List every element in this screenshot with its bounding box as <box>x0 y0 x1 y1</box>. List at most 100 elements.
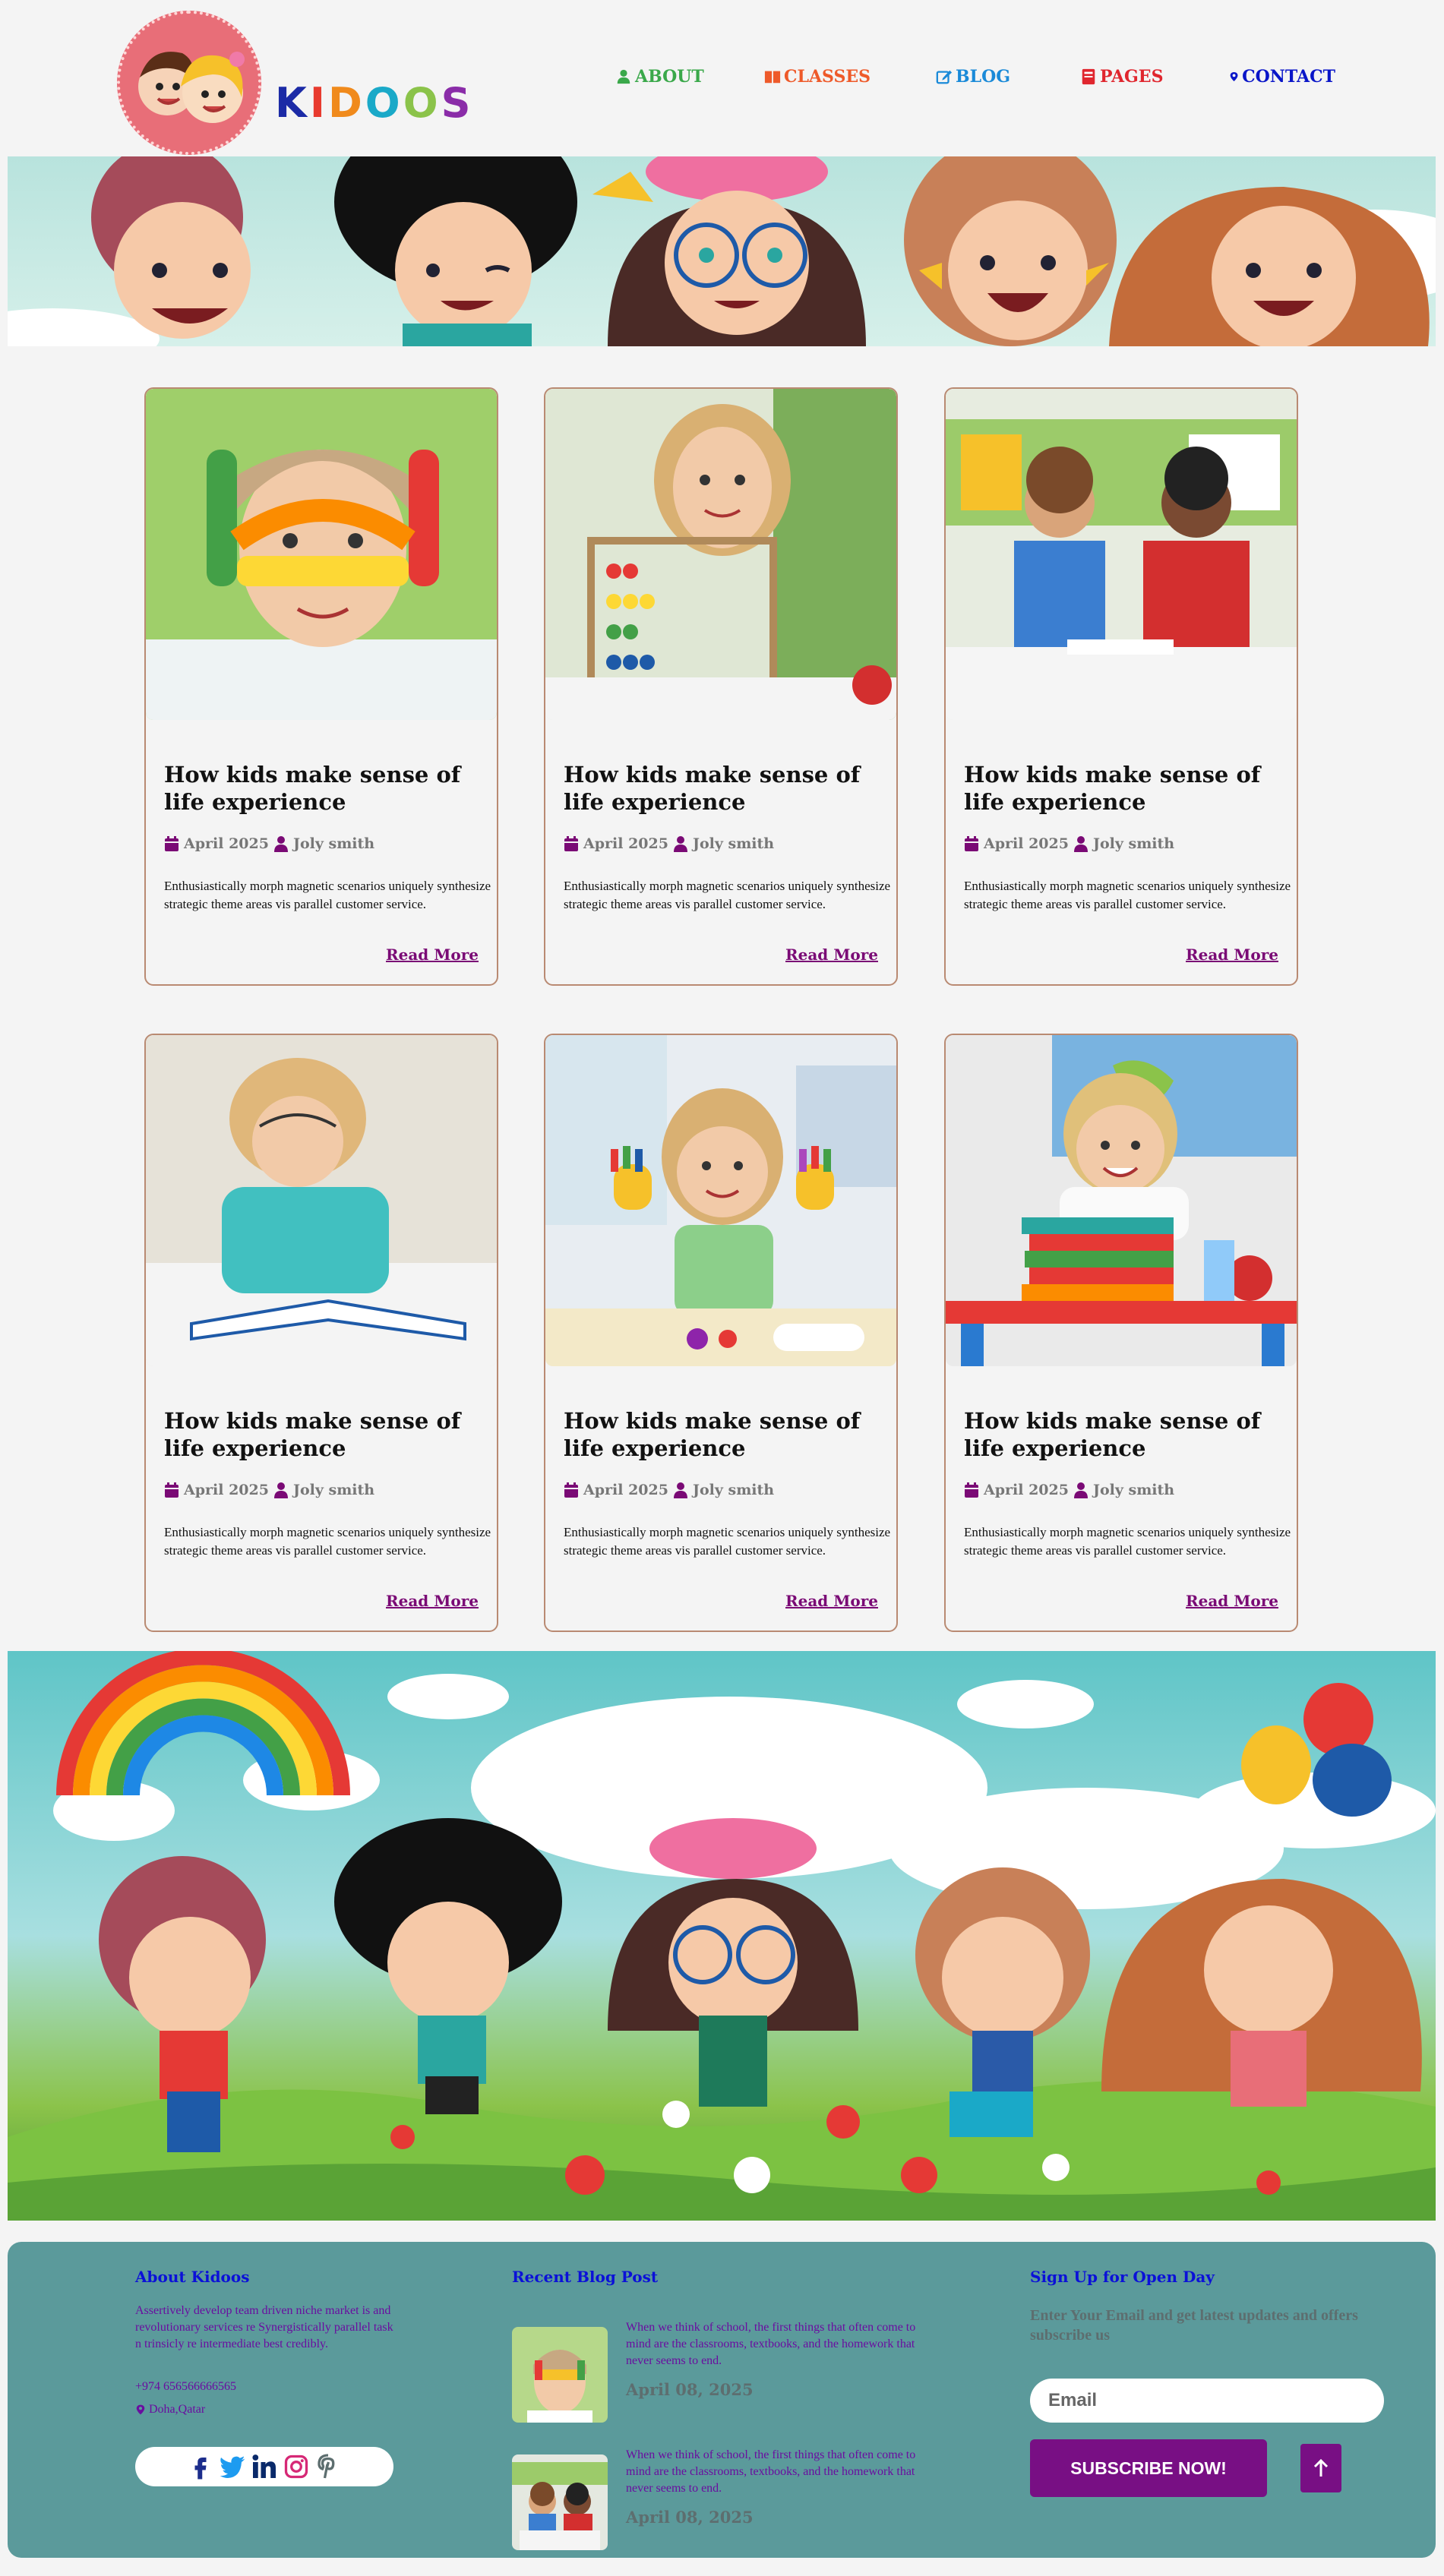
nav-blog[interactable]: BLOG <box>936 67 1019 87</box>
blog-card-title[interactable]: How kids make sense of life experience <box>564 761 883 816</box>
facebook-icon[interactable] <box>187 2453 214 2480</box>
blog-card-title[interactable]: How kids make sense of life experience <box>164 1407 483 1462</box>
blog-card-author: Joly smith <box>1092 1482 1175 1498</box>
blog-card-meta: April 2025 Joly smith <box>564 835 774 852</box>
blog-card-title[interactable]: How kids make sense of life experience <box>564 1407 883 1462</box>
instagram-icon[interactable] <box>283 2453 310 2480</box>
about-location-text: Doha,Qatar <box>149 2403 206 2416</box>
blog-card-excerpt: Enthusiastically morph magnetic scenario… <box>964 1525 1291 1558</box>
linkedin-icon[interactable] <box>251 2453 278 2480</box>
user-icon <box>273 836 288 852</box>
blog-card[interactable]: How kids make sense of life experience Ap… <box>544 1034 898 1632</box>
subscribe-button[interactable]: SUBSCRIBE NOW! <box>1030 2439 1267 2497</box>
calendar-icon <box>564 836 578 851</box>
scroll-to-top-button[interactable] <box>1300 2444 1341 2492</box>
blog-card-author: Joly smith <box>1092 835 1175 852</box>
nav-pages[interactable]: PAGES <box>1080 67 1179 87</box>
social-links <box>135 2447 393 2486</box>
blog-card-title[interactable]: How kids make sense of life experience <box>964 761 1283 816</box>
pinterest-icon[interactable] <box>314 2453 342 2480</box>
read-more-link[interactable]: Read More <box>1186 945 1278 964</box>
blog-card[interactable]: How kids make sense of life experience Ap… <box>944 1034 1298 1632</box>
twitter-icon[interactable] <box>219 2453 246 2480</box>
nav-classes-label: CLASSES <box>784 67 871 87</box>
site-footer: About Kidoos Assertively develop team dr… <box>8 2242 1436 2558</box>
user-icon <box>673 1482 687 1498</box>
blog-card-date: April 2025 <box>184 1482 269 1498</box>
blog-card-image[interactable] <box>146 389 497 720</box>
location-pin-icon <box>136 2404 145 2415</box>
kids-playground-banner <box>8 1651 1436 2221</box>
logo[interactable] <box>105 6 281 169</box>
blog-card-date: April 2025 <box>583 835 668 852</box>
signup-heading: Sign Up for Open Day <box>1030 2268 1215 2286</box>
read-more-link[interactable]: Read More <box>785 945 878 964</box>
blog-card-image[interactable] <box>146 1035 497 1366</box>
edit-icon <box>936 70 953 84</box>
blog-card-excerpt: Enthusiastically morph magnetic scenario… <box>164 879 491 911</box>
user-icon <box>273 1482 288 1498</box>
blog-card-excerpt: Enthusiastically morph magnetic scenario… <box>564 879 891 911</box>
about-location: Doha,Qatar <box>135 2401 205 2418</box>
logo-wordmark: KIDOOS <box>275 79 474 127</box>
signup-text: Enter Your Email and get latest updates … <box>1030 2307 1358 2344</box>
about-text: Assertively develop team driven niche ma… <box>135 2304 393 2350</box>
blog-card[interactable]: How kids make sense of life experience Ap… <box>144 387 498 986</box>
blog-card-date: April 2025 <box>984 1482 1069 1498</box>
calendar-icon <box>165 836 179 851</box>
read-more-link[interactable]: Read More <box>1186 1592 1278 1610</box>
logo-letter: O <box>365 79 403 127</box>
blog-card[interactable]: How kids make sense of life experience Ap… <box>944 387 1298 986</box>
blog-card-excerpt: Enthusiastically morph magnetic scenario… <box>564 1525 891 1558</box>
about-phone[interactable]: +974 656566666565 <box>135 2379 236 2395</box>
blog-card[interactable]: How kids make sense of life experience Ap… <box>144 1034 498 1632</box>
recent-post-thumb-1[interactable] <box>512 2327 608 2423</box>
blog-card-meta: April 2025 Joly smith <box>964 1482 1174 1498</box>
nav-pages-label: PAGES <box>1100 67 1164 87</box>
calendar-icon <box>965 836 978 851</box>
nav-about[interactable]: ABOUT <box>615 67 714 87</box>
logo-letter: S <box>441 79 474 127</box>
blog-card-date: April 2025 <box>184 835 269 852</box>
logo-letter: I <box>309 79 328 127</box>
user-icon <box>1073 1482 1088 1498</box>
recent-post-date-2: April 08, 2025 <box>626 2508 754 2527</box>
blog-card-title[interactable]: How kids make sense of life experience <box>964 1407 1283 1462</box>
recent-post-text-1[interactable]: When we think of school, the first thing… <box>626 2319 922 2369</box>
user-icon <box>617 69 630 84</box>
nav-contact[interactable]: CONTACT <box>1229 67 1335 87</box>
blog-card[interactable]: How kids make sense of life experience Ap… <box>544 387 898 986</box>
logo-letter: O <box>403 79 441 127</box>
logo-kids-faces <box>117 11 261 155</box>
calendar-icon <box>165 1482 179 1498</box>
calendar-icon <box>564 1482 578 1498</box>
blog-card-date: April 2025 <box>583 1482 668 1498</box>
read-more-link[interactable]: Read More <box>386 1592 479 1610</box>
nav-classes[interactable]: CLASSES <box>764 67 886 87</box>
blog-card-meta: April 2025 Joly smith <box>164 1482 374 1498</box>
blog-card-image[interactable] <box>545 389 896 720</box>
site-header: KIDOOS ABOUT CLASSES BLOG PAGES CONTACT <box>0 0 1444 169</box>
blog-card-meta: April 2025 Joly smith <box>964 835 1174 852</box>
blog-card-excerpt: Enthusiastically morph magnetic scenario… <box>164 1525 491 1558</box>
calendar-icon <box>965 1482 978 1498</box>
user-icon <box>673 836 687 852</box>
nav-about-label: ABOUT <box>635 67 704 87</box>
read-more-link[interactable]: Read More <box>386 945 479 964</box>
blog-card-excerpt: Enthusiastically morph magnetic scenario… <box>964 879 1291 911</box>
document-icon <box>1082 68 1095 85</box>
read-more-link[interactable]: Read More <box>785 1592 878 1610</box>
nav-blog-label: BLOG <box>956 67 1011 87</box>
blog-card-image[interactable] <box>946 1035 1297 1366</box>
recent-post-thumb-2[interactable] <box>512 2454 608 2550</box>
blog-card-title[interactable]: How kids make sense of life experience <box>164 761 483 816</box>
user-icon <box>1073 836 1088 852</box>
blog-card-author: Joly smith <box>292 835 375 852</box>
blog-card-image[interactable] <box>946 389 1297 720</box>
logo-letter: D <box>327 79 365 127</box>
blog-card-image[interactable] <box>545 1035 896 1366</box>
recent-post-text-2[interactable]: When we think of school, the first thing… <box>626 2447 922 2497</box>
email-input[interactable] <box>1030 2379 1384 2423</box>
blog-card-date: April 2025 <box>984 835 1069 852</box>
blog-card-author: Joly smith <box>292 1482 375 1498</box>
